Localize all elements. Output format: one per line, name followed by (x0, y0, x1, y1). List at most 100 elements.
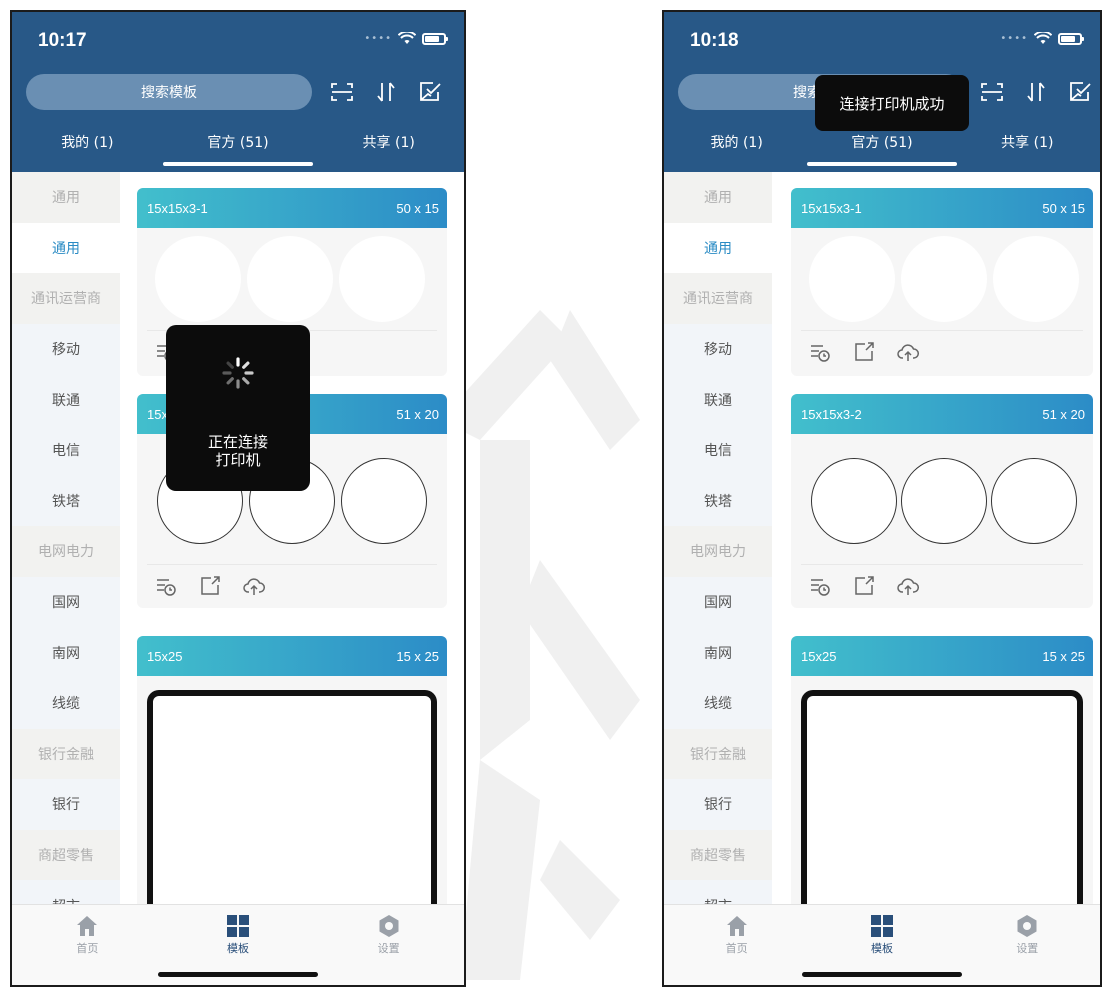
system-indicators: •••• (1000, 32, 1084, 45)
category-item[interactable]: 南网 (12, 627, 120, 678)
scan-icon[interactable] (980, 80, 1004, 104)
category-item[interactable]: 电信 (12, 424, 120, 476)
header-actions (330, 80, 442, 104)
category-item[interactable]: 通用 (664, 222, 772, 274)
upload-cloud-icon[interactable] (897, 341, 919, 363)
category-item[interactable]: 国网 (12, 576, 120, 628)
template-grid-icon (227, 915, 249, 937)
template-size: 51 x 20 (396, 406, 439, 422)
tab-mine[interactable]: 我的 (1) (664, 126, 809, 172)
home-indicator (158, 972, 318, 977)
category-sidebar: 通用 通用 通讯运营商 移动 联通 电信 铁塔 电网电力 国网 南网 线缆 银行… (664, 172, 772, 931)
category-item[interactable]: 移动 (12, 323, 120, 375)
category-group-header: 电网电力 (664, 526, 772, 577)
category-item[interactable]: 国网 (664, 576, 772, 628)
category-item[interactable]: 线缆 (664, 677, 772, 729)
tab-official[interactable]: 官方 (51) (806, 126, 958, 172)
status-bar: 10:17 •••• (12, 12, 464, 64)
loading-spinner-icon (222, 357, 254, 389)
upload-cloud-icon[interactable] (897, 575, 919, 597)
template-name: 15x15x3-1 (801, 200, 862, 216)
tabbar-label: 首页 (76, 942, 99, 955)
status-time: 10:18 (690, 30, 739, 51)
settings-gear-icon (379, 915, 399, 937)
category-group-header: 商超零售 (12, 829, 120, 881)
print-history-icon[interactable] (809, 575, 831, 597)
template-size: 50 x 15 (396, 200, 439, 216)
category-item[interactable]: 银行 (12, 779, 120, 830)
tab-shared[interactable]: 共享 (1) (313, 126, 464, 172)
tabbar-label: 设置 (1016, 942, 1039, 955)
loading-toast: 正在连接 打印机 (166, 325, 310, 491)
category-item[interactable]: 线缆 (12, 677, 120, 729)
export-icon[interactable] (199, 575, 221, 597)
upload-cloud-icon[interactable] (243, 575, 265, 597)
tab-shared[interactable]: 共享 (1) (955, 126, 1100, 172)
category-group-header: 银行金融 (12, 728, 120, 780)
template-list: 15x15x3-1 50 x 15 15x15x3-2 51 x 20 (120, 172, 464, 906)
status-time: 10:17 (38, 30, 87, 51)
template-size: 51 x 20 (1042, 406, 1085, 422)
template-actions (801, 330, 1083, 372)
template-name: 15x15x3-1 (147, 200, 208, 216)
template-card-header: 15x25 15 x 25 (137, 636, 447, 676)
comparison-canvas: 10:17 •••• 搜索模板 我的 (1) 官方 (51) 共享 (1) 通用 (0, 0, 1108, 989)
print-history-icon[interactable] (809, 341, 831, 363)
search-input[interactable]: 搜索模板 (26, 74, 312, 110)
template-grid-icon (870, 915, 893, 937)
category-item[interactable]: 铁塔 (12, 475, 120, 527)
category-item[interactable]: 电信 (664, 424, 772, 476)
segment-tabs: 我的 (1) 官方 (51) 共享 (1) (664, 126, 1100, 172)
template-card[interactable]: 15x15x3-2 51 x 20 (791, 394, 1093, 608)
header-actions (980, 80, 1092, 104)
phone-screen-connecting: 10:17 •••• 搜索模板 我的 (1) 官方 (51) 共享 (1) 通用 (10, 10, 466, 987)
template-preview (137, 228, 447, 324)
bottom-tabbar: 首页 模板 设置 (664, 904, 1100, 985)
batch-select-icon[interactable] (1068, 80, 1092, 104)
template-preview (791, 228, 1093, 324)
home-indicator (802, 972, 962, 977)
wifi-icon (398, 32, 416, 44)
cellular-signal-icon: •••• (364, 33, 392, 44)
template-card[interactable]: 15x15x3-1 50 x 15 (791, 188, 1093, 376)
print-history-icon[interactable] (155, 575, 177, 597)
category-item[interactable]: 联通 (664, 374, 772, 425)
tabbar-home[interactable]: 首页 (664, 905, 809, 965)
tab-mine[interactable]: 我的 (1) (12, 126, 163, 172)
category-item[interactable]: 通用 (12, 222, 120, 274)
category-group-header: 通讯运营商 (664, 273, 772, 324)
tabbar-home[interactable]: 首页 (12, 905, 163, 965)
category-item[interactable]: 南网 (664, 627, 772, 678)
category-item[interactable]: 移动 (664, 323, 772, 375)
batch-select-icon[interactable] (418, 80, 442, 104)
scan-icon[interactable] (330, 80, 354, 104)
export-icon[interactable] (853, 575, 875, 597)
label-circle (809, 236, 895, 322)
category-item[interactable]: 银行 (664, 779, 772, 830)
category-item[interactable]: 联通 (12, 374, 120, 425)
template-card[interactable]: 15x25 15 x 25 (791, 636, 1093, 906)
category-group-header: 银行金融 (664, 728, 772, 780)
sort-icon[interactable] (374, 80, 398, 104)
category-item[interactable]: 铁塔 (664, 475, 772, 527)
category-group-header: 电网电力 (12, 526, 120, 577)
tabbar-templates[interactable]: 模板 (163, 905, 314, 965)
template-card[interactable]: 15x25 15 x 25 (137, 636, 447, 906)
template-card-header: 15x25 15 x 25 (791, 636, 1093, 676)
tabbar-settings[interactable]: 设置 (955, 905, 1100, 965)
tabbar-templates[interactable]: 模板 (809, 905, 954, 965)
export-icon[interactable] (853, 341, 875, 363)
battery-icon (422, 32, 448, 45)
label-circle (991, 458, 1077, 544)
tabbar-label: 模板 (870, 942, 893, 955)
loading-toast-text: 正在连接 打印机 (207, 433, 268, 469)
tabbar-settings[interactable]: 设置 (313, 905, 464, 965)
template-card-header: 15x15x3-1 50 x 15 (137, 188, 447, 228)
tab-official[interactable]: 官方 (51) (162, 126, 314, 172)
sort-icon[interactable] (1024, 80, 1048, 104)
category-group-header: 通讯运营商 (12, 273, 120, 324)
category-group-header: 商超零售 (664, 829, 772, 881)
template-size: 15 x 25 (396, 648, 439, 664)
cellular-signal-icon: •••• (1000, 33, 1028, 44)
tabbar-label: 模板 (227, 942, 249, 955)
